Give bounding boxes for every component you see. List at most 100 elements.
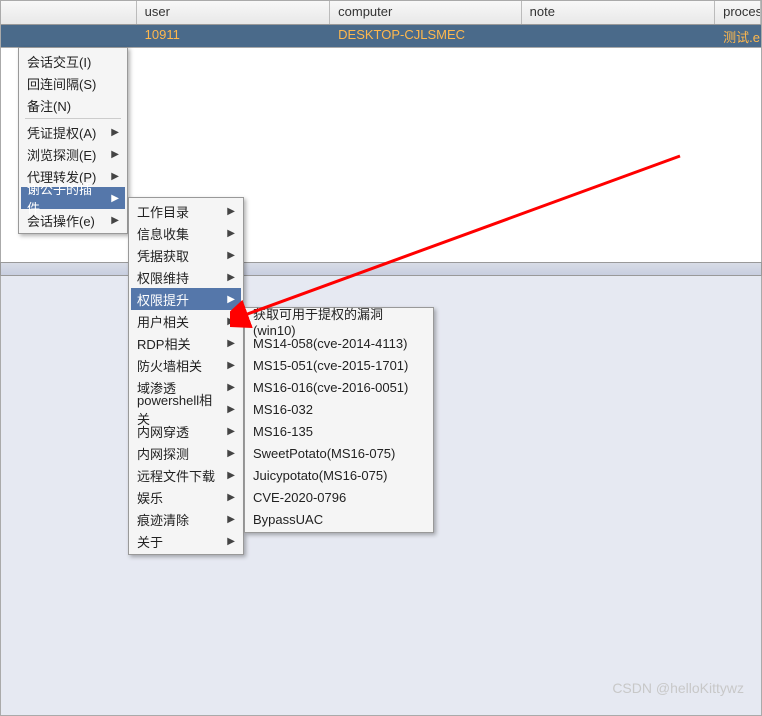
menu1-item-label-1: 回连间隔(S) <box>27 74 96 93</box>
menu3-item-0[interactable]: 获取可用于提权的漏洞(win10) <box>247 310 431 332</box>
pane-separator[interactable] <box>0 262 762 276</box>
submenu-arrow-icon: ▶ <box>227 338 235 349</box>
menu1-item-1[interactable]: 回连间隔(S) <box>21 72 125 94</box>
cell-user: 10911 <box>137 25 330 47</box>
cell-computer: DESKTOP-CJLSMEC <box>330 25 521 47</box>
menu2-item-label-2: 凭据获取 <box>137 246 189 265</box>
menu2-item-label-1: 信息收集 <box>137 224 189 243</box>
menu2-item-7[interactable]: 防火墙相关▶ <box>131 354 241 376</box>
menu3-item-7[interactable]: Juicypotato(MS16-075) <box>247 464 431 486</box>
menu2-item-label-7: 防火墙相关 <box>137 356 202 375</box>
watermark-text: CSDN @helloKittywz <box>612 680 744 696</box>
submenu-arrow-icon: ▶ <box>227 250 235 261</box>
menu1-item-0[interactable]: 会话交互(I) <box>21 50 125 72</box>
context-menu-level3: 获取可用于提权的漏洞(win10)MS14-058(cve-2014-4113)… <box>244 307 434 533</box>
menu3-item-label-2: MS15-051(cve-2015-1701) <box>253 358 408 373</box>
submenu-arrow-icon: ▶ <box>227 492 235 503</box>
menu2-item-1[interactable]: 信息收集 ▶ <box>131 222 241 244</box>
menu1-item-2[interactable]: 备注(N) <box>21 94 125 116</box>
menu1-item-6[interactable]: 谢公子的插件▶ <box>21 187 125 209</box>
menu1-item-label-7: 会话操作(e) <box>27 211 95 230</box>
table-header-row: user computer note process <box>1 1 761 25</box>
context-menu-level1: 会话交互(I)回连间隔(S)备注(N)凭证提权(A)▶浏览探测(E)▶代理转发(… <box>18 47 128 234</box>
menu3-item-6[interactable]: SweetPotato(MS16-075) <box>247 442 431 464</box>
submenu-arrow-icon: ▶ <box>111 127 119 138</box>
session-table: user computer note process 10911 DESKTOP… <box>0 0 762 48</box>
submenu-arrow-icon: ▶ <box>111 149 119 160</box>
menu2-item-label-10: 内网穿透 <box>137 422 189 441</box>
menu2-item-14[interactable]: 痕迹清除 ▶ <box>131 508 241 530</box>
submenu-arrow-icon: ▶ <box>227 228 235 239</box>
menu1-item-label-0: 会话交互(I) <box>27 52 91 71</box>
submenu-arrow-icon: ▶ <box>227 404 235 415</box>
menu1-item-label-2: 备注(N) <box>27 96 71 115</box>
context-menu-level2: 工作目录▶信息收集▶凭据获取▶权限维持▶权限提升▶用户相关▶RDP相关▶防火墙相… <box>128 197 244 555</box>
table-header-user[interactable]: user <box>137 1 330 24</box>
submenu-arrow-icon: ▶ <box>227 382 235 393</box>
table-header-blank[interactable] <box>1 1 137 24</box>
table-header-process[interactable]: process <box>715 1 761 24</box>
submenu-arrow-icon: ▶ <box>227 206 235 217</box>
submenu-arrow-icon: ▶ <box>111 215 119 226</box>
menu3-item-5[interactable]: MS16-135 <box>247 420 431 442</box>
menu2-item-label-11: 内网探测 <box>137 444 189 463</box>
menu1-item-label-3: 凭证提权(A) <box>27 123 96 142</box>
menu2-item-label-6: RDP相关 <box>137 334 190 353</box>
menu2-item-5[interactable]: 用户相关 ▶ <box>131 310 241 332</box>
menu3-item-9[interactable]: BypassUAC <box>247 508 431 530</box>
submenu-arrow-icon: ▶ <box>111 193 119 204</box>
submenu-arrow-icon: ▶ <box>227 272 235 283</box>
cell-note <box>522 25 715 47</box>
submenu-arrow-icon: ▶ <box>227 316 235 327</box>
menu3-item-label-5: MS16-135 <box>253 424 313 439</box>
menu2-item-0[interactable]: 工作目录 ▶ <box>131 200 241 222</box>
submenu-arrow-icon: ▶ <box>111 171 119 182</box>
submenu-arrow-icon: ▶ <box>227 514 235 525</box>
submenu-arrow-icon: ▶ <box>227 294 235 305</box>
menu3-item-label-0: 获取可用于提权的漏洞(win10) <box>253 304 425 338</box>
submenu-arrow-icon: ▶ <box>227 448 235 459</box>
menu2-item-label-13: 娱乐 <box>137 488 163 507</box>
menu2-item-label-12: 远程文件下载 <box>137 466 215 485</box>
menu1-item-label-4: 浏览探测(E) <box>27 145 96 164</box>
menu2-item-label-0: 工作目录 <box>137 202 189 221</box>
menu1-item-3[interactable]: 凭证提权(A) ▶ <box>21 121 125 143</box>
menu-divider <box>25 118 121 119</box>
menu2-item-label-4: 权限提升 <box>137 290 189 309</box>
submenu-arrow-icon: ▶ <box>227 536 235 547</box>
menu3-item-label-1: MS14-058(cve-2014-4113) <box>253 336 407 351</box>
menu3-item-label-9: BypassUAC <box>253 512 323 527</box>
menu2-item-10[interactable]: 内网穿透 ▶ <box>131 420 241 442</box>
menu3-item-label-3: MS16-016(cve-2016-0051) <box>253 380 408 395</box>
menu2-item-9[interactable]: powershell相关▶ <box>131 398 241 420</box>
menu3-item-label-4: MS16-032 <box>253 402 313 417</box>
menu3-item-3[interactable]: MS16-016(cve-2016-0051) <box>247 376 431 398</box>
submenu-arrow-icon: ▶ <box>227 426 235 437</box>
cell-process: 测试.e <box>715 25 761 47</box>
table-header-note[interactable]: note <box>522 1 715 24</box>
menu3-item-label-6: SweetPotato(MS16-075) <box>253 446 395 461</box>
submenu-arrow-icon: ▶ <box>227 470 235 481</box>
menu2-item-3[interactable]: 权限维持▶ <box>131 266 241 288</box>
menu2-item-6[interactable]: RDP相关 ▶ <box>131 332 241 354</box>
menu1-item-4[interactable]: 浏览探测(E) ▶ <box>21 143 125 165</box>
menu3-item-4[interactable]: MS16-032 <box>247 398 431 420</box>
menu2-item-15[interactable]: 关于 ▶ <box>131 530 241 552</box>
menu2-item-12[interactable]: 远程文件下载 ▶ <box>131 464 241 486</box>
table-row[interactable]: 10911 DESKTOP-CJLSMEC 测试.e <box>1 25 761 47</box>
menu1-item-7[interactable]: 会话操作(e) ▶ <box>21 209 125 231</box>
menu2-item-4[interactable]: 权限提升 ▶ <box>131 288 241 310</box>
cell-blank <box>1 25 137 47</box>
menu2-item-2[interactable]: 凭据获取 ▶ <box>131 244 241 266</box>
menu3-item-label-8: CVE-2020-0796 <box>253 490 346 505</box>
menu2-item-label-14: 痕迹清除 <box>137 510 189 529</box>
menu2-item-13[interactable]: 娱乐 ▶ <box>131 486 241 508</box>
menu2-item-label-5: 用户相关 <box>137 312 189 331</box>
menu2-item-11[interactable]: 内网探测 ▶ <box>131 442 241 464</box>
menu3-item-1[interactable]: MS14-058(cve-2014-4113) <box>247 332 431 354</box>
menu3-item-2[interactable]: MS15-051(cve-2015-1701) <box>247 354 431 376</box>
menu3-item-8[interactable]: CVE-2020-0796 <box>247 486 431 508</box>
menu2-item-label-15: 关于 <box>137 532 163 551</box>
table-header-computer[interactable]: computer <box>330 1 521 24</box>
menu3-item-label-7: Juicypotato(MS16-075) <box>253 468 387 483</box>
